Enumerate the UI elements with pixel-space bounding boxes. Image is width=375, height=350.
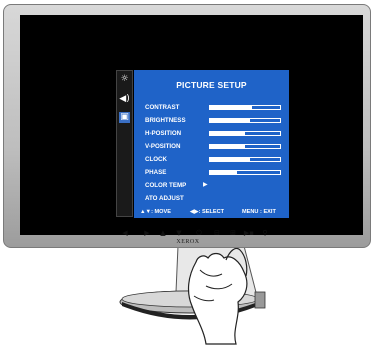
up-arrow-button[interactable]: ▲: [156, 228, 170, 238]
osd-item-label: ATO ADJUST: [145, 195, 184, 202]
footer-select-hint: ◀▶: SELECT: [190, 209, 225, 215]
brightness-menu-icon[interactable]: ☼: [119, 74, 130, 85]
down-arrow-button[interactable]: ▼: [172, 228, 186, 238]
osd-item-label: CONTRAST: [145, 104, 180, 111]
left-arrow-button[interactable]: ◀: [118, 228, 132, 238]
osd-item-h-position[interactable]: H-POSITION: [145, 129, 285, 138]
monitor-button-strip: ◀ ▶ ▲ ▼ ⏻ ⊟ ⊞ ▶▪ ⚲: [110, 228, 275, 238]
osd-item-label: V-POSITION: [145, 143, 181, 150]
monitor-photo: ☼ ◀) ▣ PICTURE SETUP CONTRAST BRIGHTNESS…: [0, 0, 375, 350]
osd-item-color-temp[interactable]: COLOR TEMP ▶: [145, 181, 285, 190]
menu-button[interactable]: ⊟: [210, 228, 224, 238]
brightness-slider[interactable]: [209, 118, 281, 123]
v-position-slider[interactable]: [209, 144, 281, 149]
power-button[interactable]: ⏻: [192, 228, 206, 238]
contrast-slider[interactable]: [209, 105, 281, 110]
phase-slider[interactable]: [209, 170, 281, 175]
osd-item-phase[interactable]: PHASE: [145, 168, 285, 177]
slider-fill: [210, 132, 245, 135]
sound-menu-icon[interactable]: ◀): [119, 94, 130, 105]
clock-slider[interactable]: [209, 157, 281, 162]
input-button[interactable]: ⊞: [226, 228, 240, 238]
slider-fill: [210, 145, 245, 148]
picture-menu-icon[interactable]: ▣: [119, 112, 130, 123]
osd-side-menu: ☼ ◀) ▣: [116, 70, 133, 217]
osd-item-contrast[interactable]: CONTRAST: [145, 103, 285, 112]
footer-move-hint: ▲▼: MOVE: [140, 209, 171, 215]
slider-fill: [210, 171, 237, 174]
slider-fill: [210, 158, 250, 161]
right-arrow-button[interactable]: ▶: [140, 228, 154, 238]
submenu-arrow-icon: ▶: [203, 182, 208, 188]
osd-footer: ▲▼: MOVE ◀▶: SELECT MENU : EXIT: [134, 208, 289, 217]
footer-exit-hint: MENU : EXIT: [242, 209, 276, 215]
brand-logo: XEROX: [176, 239, 200, 245]
osd-item-label: PHASE: [145, 169, 167, 176]
slider-fill: [210, 119, 250, 122]
osd-item-label: BRIGHTNESS: [145, 117, 186, 124]
osd-item-label: H-POSITION: [145, 130, 182, 137]
osd-title: PICTURE SETUP: [176, 80, 247, 90]
osd-item-label: COLOR TEMP: [145, 182, 187, 189]
osd-item-brightness[interactable]: BRIGHTNESS: [145, 116, 285, 125]
h-position-slider[interactable]: [209, 131, 281, 136]
osd-item-label: CLOCK: [145, 156, 167, 163]
auto-button[interactable]: ⚲: [258, 228, 272, 238]
osd-item-v-position[interactable]: V-POSITION: [145, 142, 285, 151]
osd-panel: PICTURE SETUP CONTRAST BRIGHTNESS H-POSI…: [134, 70, 289, 218]
slider-fill: [210, 106, 252, 109]
osd-item-clock[interactable]: CLOCK: [145, 155, 285, 164]
osd-item-ato-adjust[interactable]: ATO ADJUST: [145, 194, 285, 203]
source-button[interactable]: ▶▪: [242, 228, 256, 238]
